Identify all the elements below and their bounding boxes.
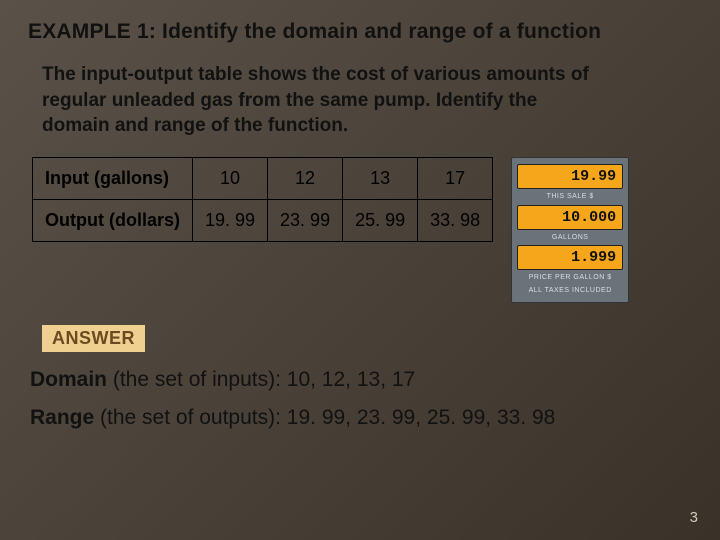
output-label: Output (dollars) (33, 199, 193, 241)
page-number: 3 (690, 509, 698, 526)
input-cell: 10 (192, 157, 267, 199)
pump-gallons-label: GALLONS (517, 233, 623, 243)
range-values: 19. 99, 23. 99, 25. 99, 33. 98 (287, 406, 556, 429)
table-row: Input (gallons) 10 12 13 17 (33, 157, 493, 199)
pump-price-value: 1.999 (517, 245, 623, 270)
range-note: (the set of outputs): (94, 406, 287, 429)
domain-line: Domain (the set of inputs): 10, 12, 13, … (30, 368, 692, 392)
input-cell: 12 (268, 157, 343, 199)
gas-pump-graphic: 19.99 THIS SALE $ 10.000 GALLONS 1.999 P… (511, 157, 629, 303)
output-cell: 33. 98 (418, 199, 493, 241)
pump-tax-label: ALL TAXES INCLUDED (517, 286, 623, 296)
domain-values: 10, 12, 13, 17 (287, 368, 415, 391)
io-table: Input (gallons) 10 12 13 17 Output (doll… (32, 157, 493, 242)
pump-gallons-value: 10.000 (517, 205, 623, 230)
output-cell: 25. 99 (343, 199, 418, 241)
pump-price-label: PRICE PER GALLON $ (517, 273, 623, 283)
domain-term: Domain (30, 368, 107, 391)
domain-note: (the set of inputs): (107, 368, 287, 391)
slide-title: EXAMPLE 1: Identify the domain and range… (28, 20, 692, 44)
range-term: Range (30, 406, 94, 429)
output-cell: 19. 99 (192, 199, 267, 241)
slide: EXAMPLE 1: Identify the domain and range… (0, 0, 720, 540)
content-row: Input (gallons) 10 12 13 17 Output (doll… (32, 157, 692, 303)
input-label: Input (gallons) (33, 157, 193, 199)
answer-badge: ANSWER (42, 325, 145, 352)
prompt-text: The input-output table shows the cost of… (42, 62, 602, 139)
input-cell: 13 (343, 157, 418, 199)
pump-sale-value: 19.99 (517, 164, 623, 189)
table-row: Output (dollars) 19. 99 23. 99 25. 99 33… (33, 199, 493, 241)
input-cell: 17 (418, 157, 493, 199)
output-cell: 23. 99 (268, 199, 343, 241)
pump-sale-label: THIS SALE $ (517, 192, 623, 202)
range-line: Range (the set of outputs): 19. 99, 23. … (30, 406, 692, 430)
